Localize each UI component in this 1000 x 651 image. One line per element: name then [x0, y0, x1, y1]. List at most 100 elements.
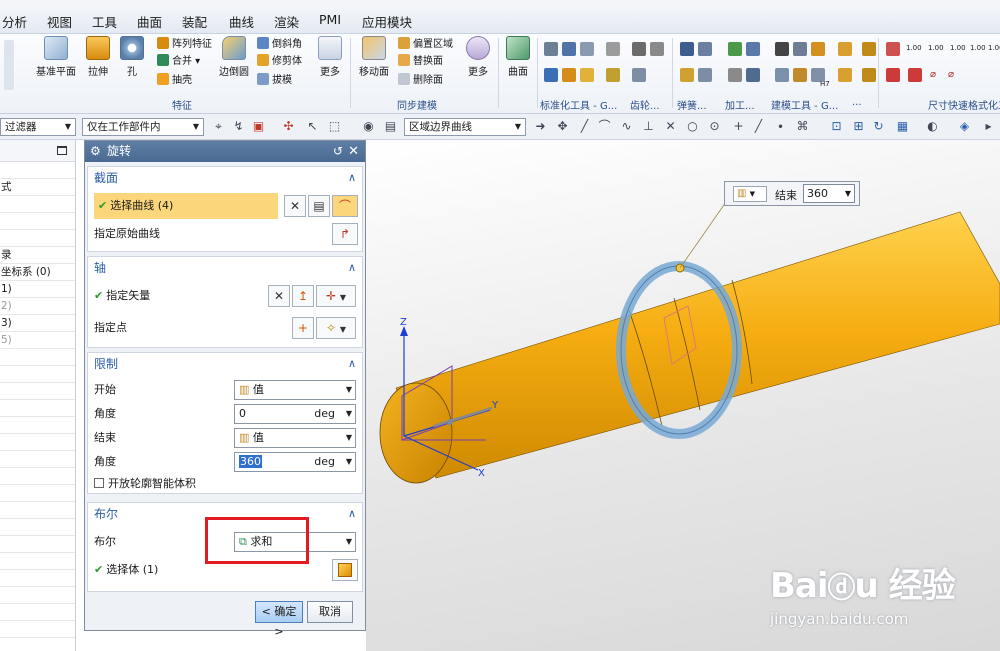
collapse-icon[interactable]: ∧ [348, 503, 356, 525]
navigator-row[interactable]: 2) [0, 298, 75, 315]
modeling-tool-icon[interactable] [793, 68, 807, 82]
pattern-feature-button[interactable]: 阵列特征 [157, 37, 212, 53]
trim-body-button[interactable]: 修剪体 [257, 54, 302, 70]
popup-end-input[interactable]: 360 ▼ [803, 184, 855, 203]
more-small-label[interactable]: ... [852, 97, 862, 108]
curve-rule-combo[interactable]: 区域边界曲线 ▼ [404, 118, 526, 136]
more-icon[interactable]: ▸ [982, 120, 995, 133]
line-icon[interactable]: ╱ [752, 120, 765, 133]
navigator-row[interactable]: 录 [0, 247, 75, 264]
dim-format-label[interactable]: 尺寸快速格式化工 [928, 97, 1000, 112]
dimension-value[interactable]: 1.00 [970, 40, 986, 56]
dimension-icon[interactable] [886, 68, 900, 82]
snap-point-icon[interactable]: ✥ [556, 120, 569, 133]
navigator-row[interactable] [0, 230, 75, 247]
vector-dialog-button[interactable]: ↥ [292, 285, 314, 307]
replace-face-button[interactable]: 替换面 [398, 54, 443, 70]
navigator-row[interactable] [0, 162, 75, 179]
gear-tool-icon[interactable] [606, 68, 620, 82]
standard-tool-icon[interactable] [580, 42, 594, 56]
modeling-tool-icon[interactable] [811, 42, 825, 56]
draft-button[interactable]: 拔模 [257, 73, 292, 89]
standard-tools-label[interactable]: 标准化工具 - G... [540, 97, 617, 112]
open-profile-row[interactable]: 开放轮廓智能体积 [94, 473, 196, 495]
misc-tool-icon[interactable] [838, 42, 852, 56]
reverse-vector-button[interactable]: ✕ [268, 285, 290, 307]
select-body-button[interactable] [332, 559, 358, 581]
tolerance-label[interactable]: H7 [820, 76, 830, 92]
section-header[interactable]: 截面 ∧ [88, 167, 362, 189]
spring-tool-icon[interactable] [698, 68, 712, 82]
spring-tool-icon[interactable] [680, 42, 694, 56]
shaft-body[interactable] [395, 211, 1000, 479]
feature-more-button[interactable]: 更多 [314, 36, 346, 78]
maximize-icon[interactable] [57, 146, 67, 155]
spring-tool-icon[interactable] [680, 68, 694, 82]
gear-tool-icon[interactable] [632, 68, 646, 82]
tangent-icon[interactable]: ⊥ [642, 120, 655, 133]
machining-tool-icon[interactable] [746, 68, 760, 82]
zoom-icon[interactable]: ⊞ [852, 120, 865, 133]
menu-view[interactable]: 视图 [47, 12, 72, 31]
deselect-button[interactable]: ✕ [284, 195, 306, 217]
menu-render[interactable]: 渲染 [274, 12, 299, 31]
rotate-icon[interactable]: ↻ [872, 120, 885, 133]
menu-analysis[interactable]: 分析 [2, 12, 27, 31]
origin-curve-button[interactable]: ↱ [332, 223, 358, 245]
popup-type-button[interactable]: ▥ ▼ [733, 186, 767, 202]
checkbox[interactable] [94, 478, 104, 488]
select-icon[interactable]: ↖ [306, 120, 319, 133]
menu-curve[interactable]: 曲线 [229, 12, 254, 31]
dimension-value[interactable]: 1.00 [950, 40, 966, 56]
start-angle-input[interactable]: 0 deg ▼ [234, 404, 356, 424]
view-icon[interactable]: ◉ [362, 120, 375, 133]
curve-icon[interactable]: ∿ [620, 120, 633, 133]
circle-icon[interactable]: ○ [686, 120, 699, 133]
layout-icon[interactable]: ▦ [896, 120, 909, 133]
snap-icon[interactable]: ⌖ [212, 120, 225, 133]
standard-tool-icon[interactable] [544, 42, 558, 56]
dimension-value[interactable]: 1.00 [906, 40, 922, 56]
surface-button[interactable]: 曲面 [503, 36, 533, 78]
modeling-tools-label[interactable]: 建模工具 - G... [771, 97, 838, 112]
edge-blend-button[interactable]: 边倒圆 [216, 36, 252, 78]
navigator-row[interactable]: 5) [0, 332, 75, 349]
scope-combo[interactable]: 仅在工作部件内 ▼ [82, 118, 204, 136]
vector-type-dropdown[interactable]: ✛ ▼ [316, 285, 356, 307]
cancel-button[interactable]: 取消 [307, 601, 353, 623]
modeling-tool-icon[interactable] [775, 68, 789, 82]
misc-tool-icon[interactable] [862, 42, 876, 56]
gear-tool-icon[interactable] [650, 42, 664, 56]
body-icon[interactable]: ▤ [384, 120, 397, 133]
navigator-row[interactable]: 3) [0, 315, 75, 332]
navigator-row[interactable]: 1) [0, 281, 75, 298]
curve-icon[interactable]: ⌒ [598, 120, 611, 133]
gear-tool-icon[interactable] [632, 42, 646, 56]
sketch-section-button[interactable]: ▤ [308, 195, 330, 217]
plus-icon[interactable]: + [732, 120, 745, 133]
extrude-button[interactable]: 拉伸 [82, 36, 114, 78]
axis-header[interactable]: 轴 ∧ [88, 257, 362, 279]
reset-icon[interactable]: ↺ [333, 141, 343, 162]
rectangle-select-icon[interactable]: ⬚ [328, 120, 341, 133]
offset-region-button[interactable]: 偏置区域 [398, 37, 453, 53]
snap-icon[interactable]: ⌘ [796, 120, 809, 133]
standard-tool-icon[interactable] [562, 42, 576, 56]
arrow-icon[interactable]: ➜ [534, 120, 547, 133]
collapse-icon[interactable]: ∧ [348, 353, 356, 375]
dimension-icon[interactable] [908, 68, 922, 82]
fit-view-icon[interactable]: ⊡ [830, 120, 843, 133]
select-filter-icon[interactable]: ▣ [252, 120, 265, 133]
close-icon[interactable]: ✕ [348, 141, 359, 162]
machining-tool-icon[interactable] [746, 42, 760, 56]
tolerance-icon[interactable]: ⌀ [948, 67, 954, 83]
center-icon[interactable]: ⊙ [708, 120, 721, 133]
spring-tool-icon[interactable] [698, 42, 712, 56]
standard-tool-icon[interactable] [580, 68, 594, 82]
dimension-value[interactable]: 1.00 [928, 40, 944, 56]
start-type-dropdown[interactable]: ▥ 值 ▼ [234, 380, 356, 400]
chamfer-button[interactable]: 倒斜角 [257, 37, 302, 53]
delete-face-button[interactable]: 删除面 [398, 73, 443, 89]
menu-surface[interactable]: 曲面 [137, 12, 162, 31]
curve-button[interactable]: ⌒ [332, 195, 358, 217]
